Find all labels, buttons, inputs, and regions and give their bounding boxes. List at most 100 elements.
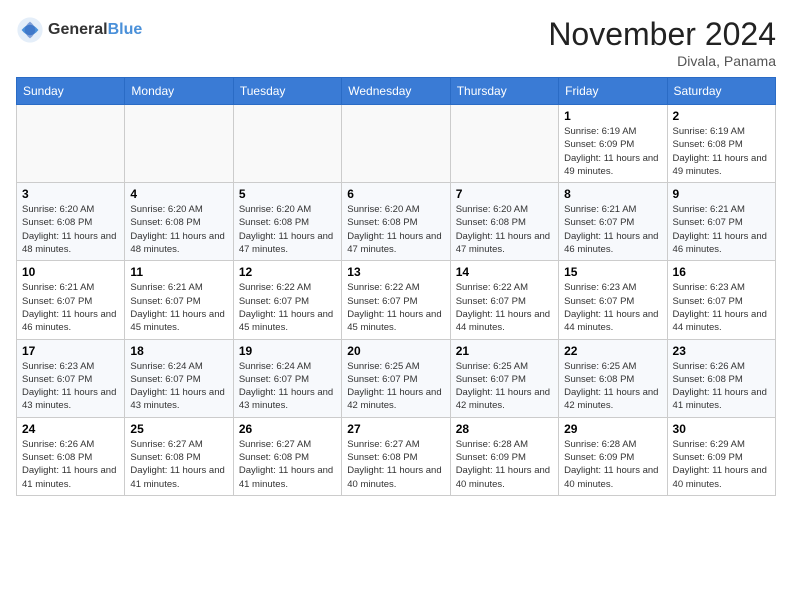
day-number: 16 [673, 265, 770, 279]
calendar-week-row: 17 Sunrise: 6:23 AMSunset: 6:07 PMDayligh… [17, 339, 776, 417]
table-row: 2Sunrise: 6:19 AMSunset: 6:08 PMDaylight… [667, 105, 775, 183]
day-info: Sunrise: 6:20 AMSunset: 6:08 PMDaylight:… [456, 203, 553, 256]
day-info: Sunrise: 6:20 AMSunset: 6:08 PMDaylight:… [347, 203, 444, 256]
day-number: 25 [130, 422, 227, 436]
day-number: 18 [130, 344, 227, 358]
col-saturday: Saturday [667, 78, 775, 105]
day-info: Sunrise: 6:19 AMSunset: 6:09 PMDaylight:… [564, 125, 661, 178]
calendar-table: Sunday Monday Tuesday Wednesday Thursday… [16, 77, 776, 496]
day-number: 13 [347, 265, 444, 279]
table-row: 21Sunrise: 6:25 AMSunset: 6:07 PMDayligh… [450, 339, 558, 417]
day-info: Sunrise: 6:26 AMSunset: 6:08 PMDaylight:… [673, 360, 770, 413]
day-info: Sunrise: 6:23 AMSunset: 6:07 PMDaylight:… [564, 281, 661, 334]
table-row: 22 Sunrise: 6:25 AMSunset: 6:08 PMDayligh… [559, 339, 667, 417]
day-info: Sunrise: 6:24 AMSunset: 6:07 PMDaylight:… [130, 360, 227, 413]
day-info: Sunrise: 6:20 AMSunset: 6:08 PMDaylight:… [130, 203, 227, 256]
logo-blue: Blue [108, 21, 143, 38]
table-row: 20 Sunrise: 6:25 AMSunset: 6:07 PMDayligh… [342, 339, 450, 417]
day-number: 14 [456, 265, 553, 279]
month-title: November 2024 [548, 16, 776, 53]
day-number: 3 [22, 187, 119, 201]
col-sunday: Sunday [17, 78, 125, 105]
day-number: 15 [564, 265, 661, 279]
table-row: 12 Sunrise: 6:22 AMSunset: 6:07 PMDayligh… [233, 261, 341, 339]
table-row: 27 Sunrise: 6:27 AMSunset: 6:08 PMDayligh… [342, 417, 450, 495]
day-info: Sunrise: 6:29 AMSunset: 6:09 PMDaylight:… [673, 438, 770, 491]
table-row: 28 Sunrise: 6:28 AMSunset: 6:09 PMDayligh… [450, 417, 558, 495]
calendar-week-row: 1 Sunrise: 6:19 AMSunset: 6:09 PMDaylight… [17, 105, 776, 183]
day-number: 7 [456, 187, 553, 201]
day-info: Sunrise: 6:26 AMSunset: 6:08 PMDaylight:… [22, 438, 119, 491]
table-row: 13Sunrise: 6:22 AMSunset: 6:07 PMDayligh… [342, 261, 450, 339]
table-row: 14 Sunrise: 6:22 AMSunset: 6:07 PMDayligh… [450, 261, 558, 339]
day-number: 2 [673, 109, 770, 123]
table-row: 6 Sunrise: 6:20 AMSunset: 6:08 PMDaylight… [342, 183, 450, 261]
col-thursday: Thursday [450, 78, 558, 105]
table-row: 9Sunrise: 6:21 AMSunset: 6:07 PMDaylight… [667, 183, 775, 261]
table-row: 30 Sunrise: 6:29 AMSunset: 6:09 PMDayligh… [667, 417, 775, 495]
day-info: Sunrise: 6:22 AMSunset: 6:07 PMDaylight:… [456, 281, 553, 334]
day-number: 28 [456, 422, 553, 436]
day-number: 22 [564, 344, 661, 358]
day-info: Sunrise: 6:25 AMSunset: 6:07 PMDaylight:… [347, 360, 444, 413]
table-row: 3 Sunrise: 6:20 AMSunset: 6:08 PMDaylight… [17, 183, 125, 261]
calendar-week-row: 3 Sunrise: 6:20 AMSunset: 6:08 PMDaylight… [17, 183, 776, 261]
day-info: Sunrise: 6:22 AMSunset: 6:07 PMDaylight:… [239, 281, 336, 334]
day-info: Sunrise: 6:27 AMSunset: 6:08 PMDaylight:… [347, 438, 444, 491]
table-row: 16 Sunrise: 6:23 AMSunset: 6:07 PMDayligh… [667, 261, 775, 339]
table-row: 23 Sunrise: 6:26 AMSunset: 6:08 PMDayligh… [667, 339, 775, 417]
day-number: 27 [347, 422, 444, 436]
table-row [17, 105, 125, 183]
day-number: 10 [22, 265, 119, 279]
table-row: 11 Sunrise: 6:21 AMSunset: 6:07 PMDayligh… [125, 261, 233, 339]
day-number: 1 [564, 109, 661, 123]
col-friday: Friday [559, 78, 667, 105]
day-number: 17 [22, 344, 119, 358]
day-number: 11 [130, 265, 227, 279]
day-info: Sunrise: 6:28 AMSunset: 6:09 PMDaylight:… [456, 438, 553, 491]
day-info: Sunrise: 6:28 AMSunset: 6:09 PMDaylight:… [564, 438, 661, 491]
table-row: 15 Sunrise: 6:23 AMSunset: 6:07 PMDayligh… [559, 261, 667, 339]
table-row [233, 105, 341, 183]
day-number: 5 [239, 187, 336, 201]
table-row: 1 Sunrise: 6:19 AMSunset: 6:09 PMDaylight… [559, 105, 667, 183]
day-info: Sunrise: 6:25 AMSunset: 6:08 PMDaylight:… [564, 360, 661, 413]
day-number: 23 [673, 344, 770, 358]
day-info: Sunrise: 6:23 AMSunset: 6:07 PMDaylight:… [673, 281, 770, 334]
day-info: Sunrise: 6:23 AMSunset: 6:07 PMDaylight:… [22, 360, 119, 413]
day-number: 8 [564, 187, 661, 201]
day-number: 20 [347, 344, 444, 358]
page-header: GeneralBlue November 2024 Divala, Panama [16, 16, 776, 69]
table-row: 7 Sunrise: 6:20 AMSunset: 6:08 PMDaylight… [450, 183, 558, 261]
calendar-header-row: Sunday Monday Tuesday Wednesday Thursday… [17, 78, 776, 105]
day-info: Sunrise: 6:20 AMSunset: 6:08 PMDaylight:… [239, 203, 336, 256]
logo-general: General [48, 21, 108, 38]
table-row: 17 Sunrise: 6:23 AMSunset: 6:07 PMDayligh… [17, 339, 125, 417]
day-info: Sunrise: 6:20 AMSunset: 6:08 PMDaylight:… [22, 203, 119, 256]
location-label: Divala, Panama [548, 53, 776, 69]
table-row: 24Sunrise: 6:26 AMSunset: 6:08 PMDayligh… [17, 417, 125, 495]
table-row [342, 105, 450, 183]
day-number: 12 [239, 265, 336, 279]
table-row [450, 105, 558, 183]
col-wednesday: Wednesday [342, 78, 450, 105]
table-row: 29 Sunrise: 6:28 AMSunset: 6:09 PMDayligh… [559, 417, 667, 495]
table-row: 26Sunrise: 6:27 AMSunset: 6:08 PMDayligh… [233, 417, 341, 495]
col-tuesday: Tuesday [233, 78, 341, 105]
table-row: 5 Sunrise: 6:20 AMSunset: 6:08 PMDaylight… [233, 183, 341, 261]
table-row [125, 105, 233, 183]
day-number: 29 [564, 422, 661, 436]
calendar-week-row: 10 Sunrise: 6:21 AMSunset: 6:07 PMDayligh… [17, 261, 776, 339]
day-number: 21 [456, 344, 553, 358]
day-number: 19 [239, 344, 336, 358]
day-info: Sunrise: 6:21 AMSunset: 6:07 PMDaylight:… [130, 281, 227, 334]
table-row: 18 Sunrise: 6:24 AMSunset: 6:07 PMDayligh… [125, 339, 233, 417]
col-monday: Monday [125, 78, 233, 105]
day-number: 26 [239, 422, 336, 436]
table-row: 8Sunrise: 6:21 AMSunset: 6:07 PMDaylight… [559, 183, 667, 261]
table-row: 10Sunrise: 6:21 AMSunset: 6:07 PMDayligh… [17, 261, 125, 339]
calendar-week-row: 24Sunrise: 6:26 AMSunset: 6:08 PMDayligh… [17, 417, 776, 495]
day-number: 6 [347, 187, 444, 201]
day-number: 30 [673, 422, 770, 436]
day-info: Sunrise: 6:21 AMSunset: 6:07 PMDaylight:… [673, 203, 770, 256]
